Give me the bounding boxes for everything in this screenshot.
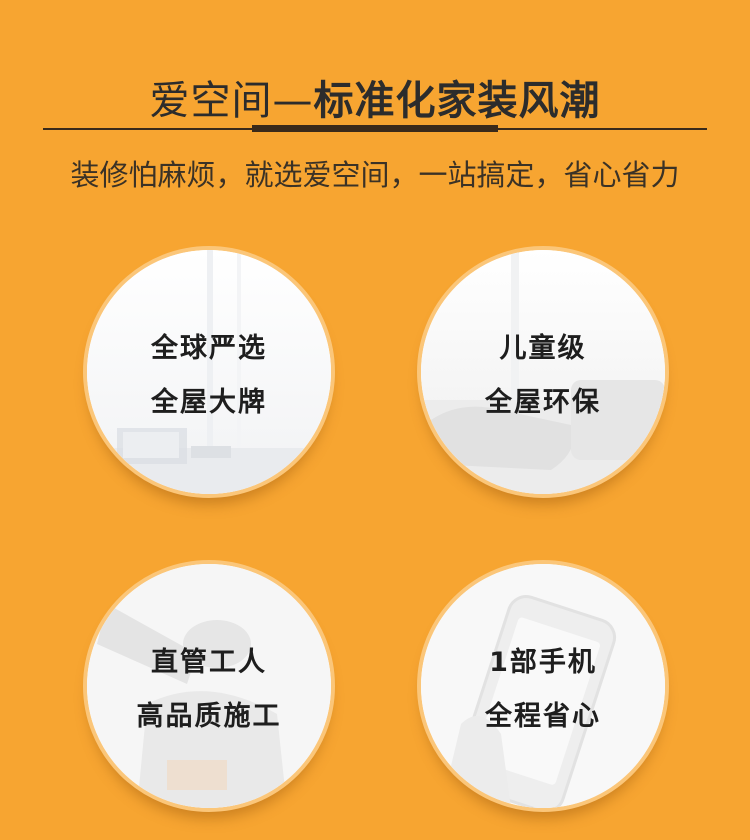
sofa-pillow-photo: [421, 250, 665, 494]
feature-line2: 全程省心: [485, 701, 601, 732]
feature-circle: [417, 560, 669, 812]
page-subtitle: 装修怕麻烦，就选爱空间，一站搞定，省心省力: [70, 158, 680, 192]
feature-line1: 全球严选: [151, 333, 267, 364]
title-brand: 爱空间—: [149, 78, 314, 124]
header: 爱空间—标准化家装风潮 装修怕麻烦，就选爱空间，一站搞定，省心省力: [0, 0, 750, 220]
feature-line2: 高品质施工: [136, 701, 282, 732]
feature-circle: [417, 246, 669, 498]
feature-direct-workers: 直管工人 高品质施工: [83, 560, 335, 812]
feature-one-phone: 1部手机 全程省心: [417, 560, 669, 812]
title-slogan: 标准化家装风潮: [313, 78, 601, 124]
feature-line1: 直管工人: [151, 647, 267, 678]
feature-global-selection: 全球严选 全屋大牌: [83, 246, 335, 498]
feature-line1: 儿童级: [499, 333, 587, 364]
feature-line2: 全屋环保: [485, 387, 601, 418]
title-divider-accent: [252, 125, 498, 132]
feature-circle: [83, 246, 335, 498]
page-title: 爱空间—标准化家装风潮: [0, 68, 750, 126]
feature-line2: 全屋大牌: [151, 387, 267, 418]
feature-line1: 1部手机: [489, 647, 597, 678]
feature-circle: [83, 560, 335, 812]
worker-helmet-photo: [87, 564, 331, 808]
smartphone-hand-photo: [421, 564, 665, 808]
office-desk-photo: [87, 250, 331, 494]
feature-eco-friendly: 儿童级 全屋环保: [417, 246, 669, 498]
